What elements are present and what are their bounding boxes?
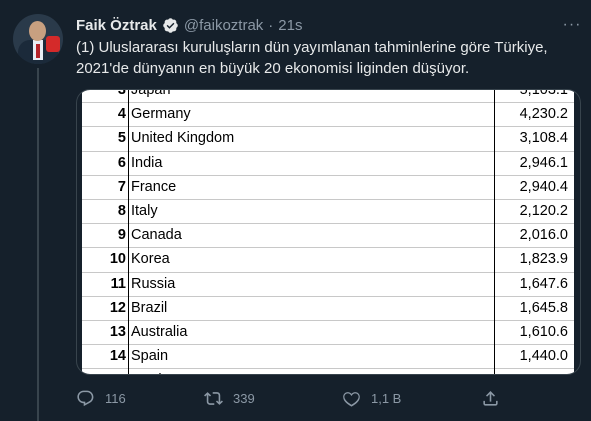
country-cell: Japan — [131, 90, 171, 98]
value-cell: 2,120.2 — [519, 202, 568, 219]
tweet-text: (1) Uluslararası kuruluşların dün yayıml… — [76, 39, 548, 77]
rank-cell: 8 — [117, 202, 126, 219]
tweet-media[interactable]: 3 Japan 5,103.1 4 Germany 4,230.2 5 United K… — [76, 89, 581, 375]
table-row-partial: 3 Japan 5,103.1 — [82, 90, 574, 104]
verified-badge-icon — [163, 17, 178, 33]
country-cell: Spain — [131, 348, 169, 365]
column-divider-value — [494, 90, 495, 374]
value-cell: 1,610.6 — [519, 323, 568, 340]
separator-dot: · — [268, 16, 274, 34]
country-cell: Australia — [131, 323, 188, 340]
more-options-icon[interactable]: ··· — [562, 16, 582, 34]
country-cell: India — [131, 154, 163, 171]
rank-cell: 3 — [117, 90, 126, 98]
rank-cell: 5 — [117, 130, 126, 147]
value-cell: 1,285.5 — [520, 369, 568, 374]
table-row: 6 India 2,946.1 — [82, 152, 574, 176]
avatar[interactable] — [13, 14, 63, 64]
country-cell: Korea — [131, 251, 170, 268]
avatar-party-badge — [46, 36, 60, 52]
value-cell: 2,016.0 — [519, 227, 568, 244]
value-cell: 2,946.1 — [519, 154, 568, 171]
avatar-head-shape — [29, 21, 46, 41]
share-button[interactable] — [481, 386, 510, 410]
value-cell: 1,440.0 — [519, 348, 568, 365]
gdp-table-image: 3 Japan 5,103.1 4 Germany 4,230.2 5 United K… — [82, 90, 574, 374]
rank-cell: 10 — [109, 251, 126, 268]
column-divider-rank — [128, 90, 129, 374]
tweet-actions: 116 339 1,1 B — [76, 386, 506, 410]
rank-cell: 6 — [117, 154, 126, 171]
table-rows: 3 Japan 5,103.1 4 Germany 4,230.2 5 United K… — [82, 90, 574, 374]
value-cell: 3,108.4 — [519, 130, 568, 147]
table-row: 5 United Kingdom 3,108.4 — [82, 127, 574, 152]
table-row: 8 Italy 2,120.2 — [82, 200, 574, 225]
table-row: 14 Spain 1,440.0 — [82, 345, 574, 370]
country-cell: Mexico — [131, 369, 177, 374]
reply-button[interactable]: 116 — [76, 386, 126, 410]
rank-cell: 14 — [109, 348, 126, 365]
retweet-count: 339 — [233, 390, 255, 406]
avatar-tie-shape — [36, 44, 40, 58]
table-row: 15 Mexico 1,285.5 — [82, 369, 574, 374]
value-cell: 4,230.2 — [519, 106, 568, 123]
value-cell: 1,645.8 — [519, 299, 568, 316]
heart-icon — [343, 391, 360, 407]
table-row: 9 Canada 2,016.0 — [82, 224, 574, 249]
tweet-header: Faik Öztrak @faikoztrak · 21s — [76, 15, 302, 35]
table-row: 13 Australia 1,610.6 — [82, 321, 574, 346]
value-cell: 1,647.6 — [519, 275, 568, 292]
rank-cell: 11 — [110, 275, 126, 292]
value-cell: 2,940.4 — [519, 178, 568, 195]
like-button[interactable]: 1,1 B — [342, 386, 401, 410]
country-cell: Italy — [131, 202, 158, 219]
table-row: 10 Korea 1,823.9 — [82, 248, 574, 273]
table-row: 4 Germany 4,230.2 — [82, 103, 574, 128]
share-icon — [483, 390, 498, 406]
like-count: 1,1 B — [371, 390, 402, 406]
country-cell: Brazil — [131, 299, 168, 316]
value-cell: 5,103.1 — [519, 90, 568, 98]
thread-line — [37, 68, 39, 421]
retweet-button[interactable]: 339 — [204, 386, 255, 410]
table-row: 12 Brazil 1,645.8 — [82, 297, 574, 321]
country-cell: Germany — [131, 106, 191, 123]
author-name[interactable]: Faik Öztrak — [76, 17, 157, 34]
rank-cell: 7 — [117, 178, 126, 195]
reply-icon — [77, 390, 94, 406]
table-row: 11 Russia 1,647.6 — [82, 273, 574, 297]
country-cell: United Kingdom — [131, 130, 235, 147]
country-cell: Canada — [131, 227, 182, 244]
rank-cell: 9 — [117, 227, 126, 244]
rank-cell: 13 — [109, 323, 126, 340]
reply-count: 116 — [105, 390, 126, 406]
tweet-timestamp[interactable]: 21s — [278, 17, 302, 34]
rank-cell: 4 — [117, 106, 126, 123]
country-cell: Russia — [131, 275, 176, 292]
value-cell: 1,823.9 — [519, 251, 568, 268]
rank-cell: 15 — [82, 369, 126, 374]
rank-cell: 12 — [109, 299, 126, 316]
author-handle[interactable]: @faikoztrak — [184, 17, 263, 34]
country-cell: France — [131, 178, 177, 195]
retweet-icon — [204, 391, 223, 405]
table-row: 7 France 2,940.4 — [82, 176, 574, 200]
